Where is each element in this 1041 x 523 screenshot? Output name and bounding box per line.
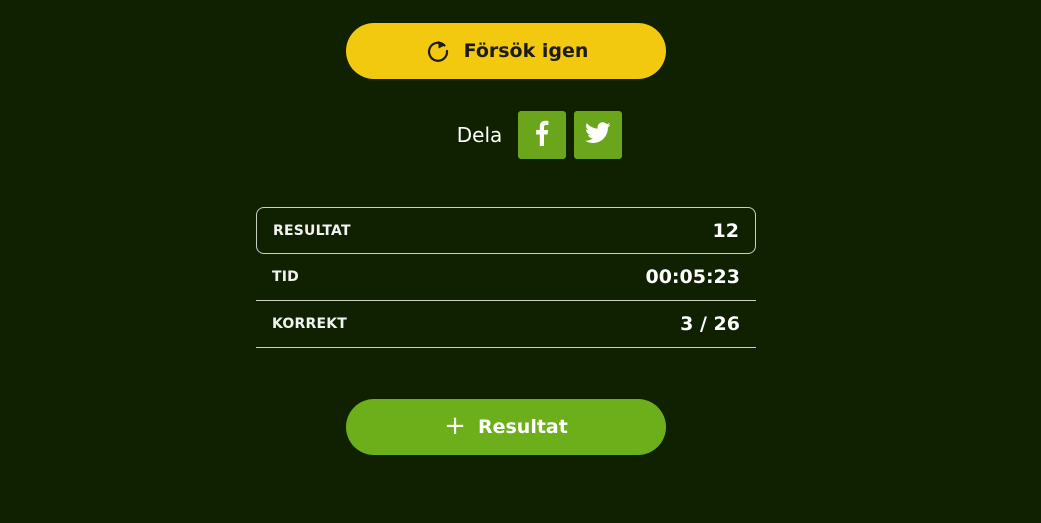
stat-value: 3 / 26 xyxy=(680,313,740,335)
add-result-label: Resultat xyxy=(477,416,568,438)
stat-label: KORREKT xyxy=(272,316,348,332)
share-row: Dela xyxy=(0,111,1041,159)
result-stats: RESULTAT 12 TID 00:05:23 KORREKT 3 / 26 xyxy=(256,207,756,348)
try-again-button[interactable]: Försök igen xyxy=(346,23,666,79)
facebook-icon xyxy=(535,120,549,150)
twitter-icon xyxy=(585,122,611,148)
stat-value: 12 xyxy=(712,219,739,242)
twitter-share-button[interactable] xyxy=(574,111,623,159)
share-label: Dela xyxy=(456,123,503,147)
stat-row-result: RESULTAT 12 xyxy=(256,207,756,254)
plus-icon: + xyxy=(444,411,466,441)
add-result-button[interactable]: + Resultat xyxy=(346,399,666,455)
stat-row-time: TID 00:05:23 xyxy=(256,254,756,301)
refresh-icon xyxy=(424,37,452,65)
stat-label: TID xyxy=(272,269,299,285)
stat-row-correct: KORREKT 3 / 26 xyxy=(256,301,756,348)
facebook-share-button[interactable] xyxy=(518,111,567,159)
stat-value: 00:05:23 xyxy=(645,266,740,288)
try-again-label: Försök igen xyxy=(463,40,589,62)
stat-label: RESULTAT xyxy=(273,222,351,239)
